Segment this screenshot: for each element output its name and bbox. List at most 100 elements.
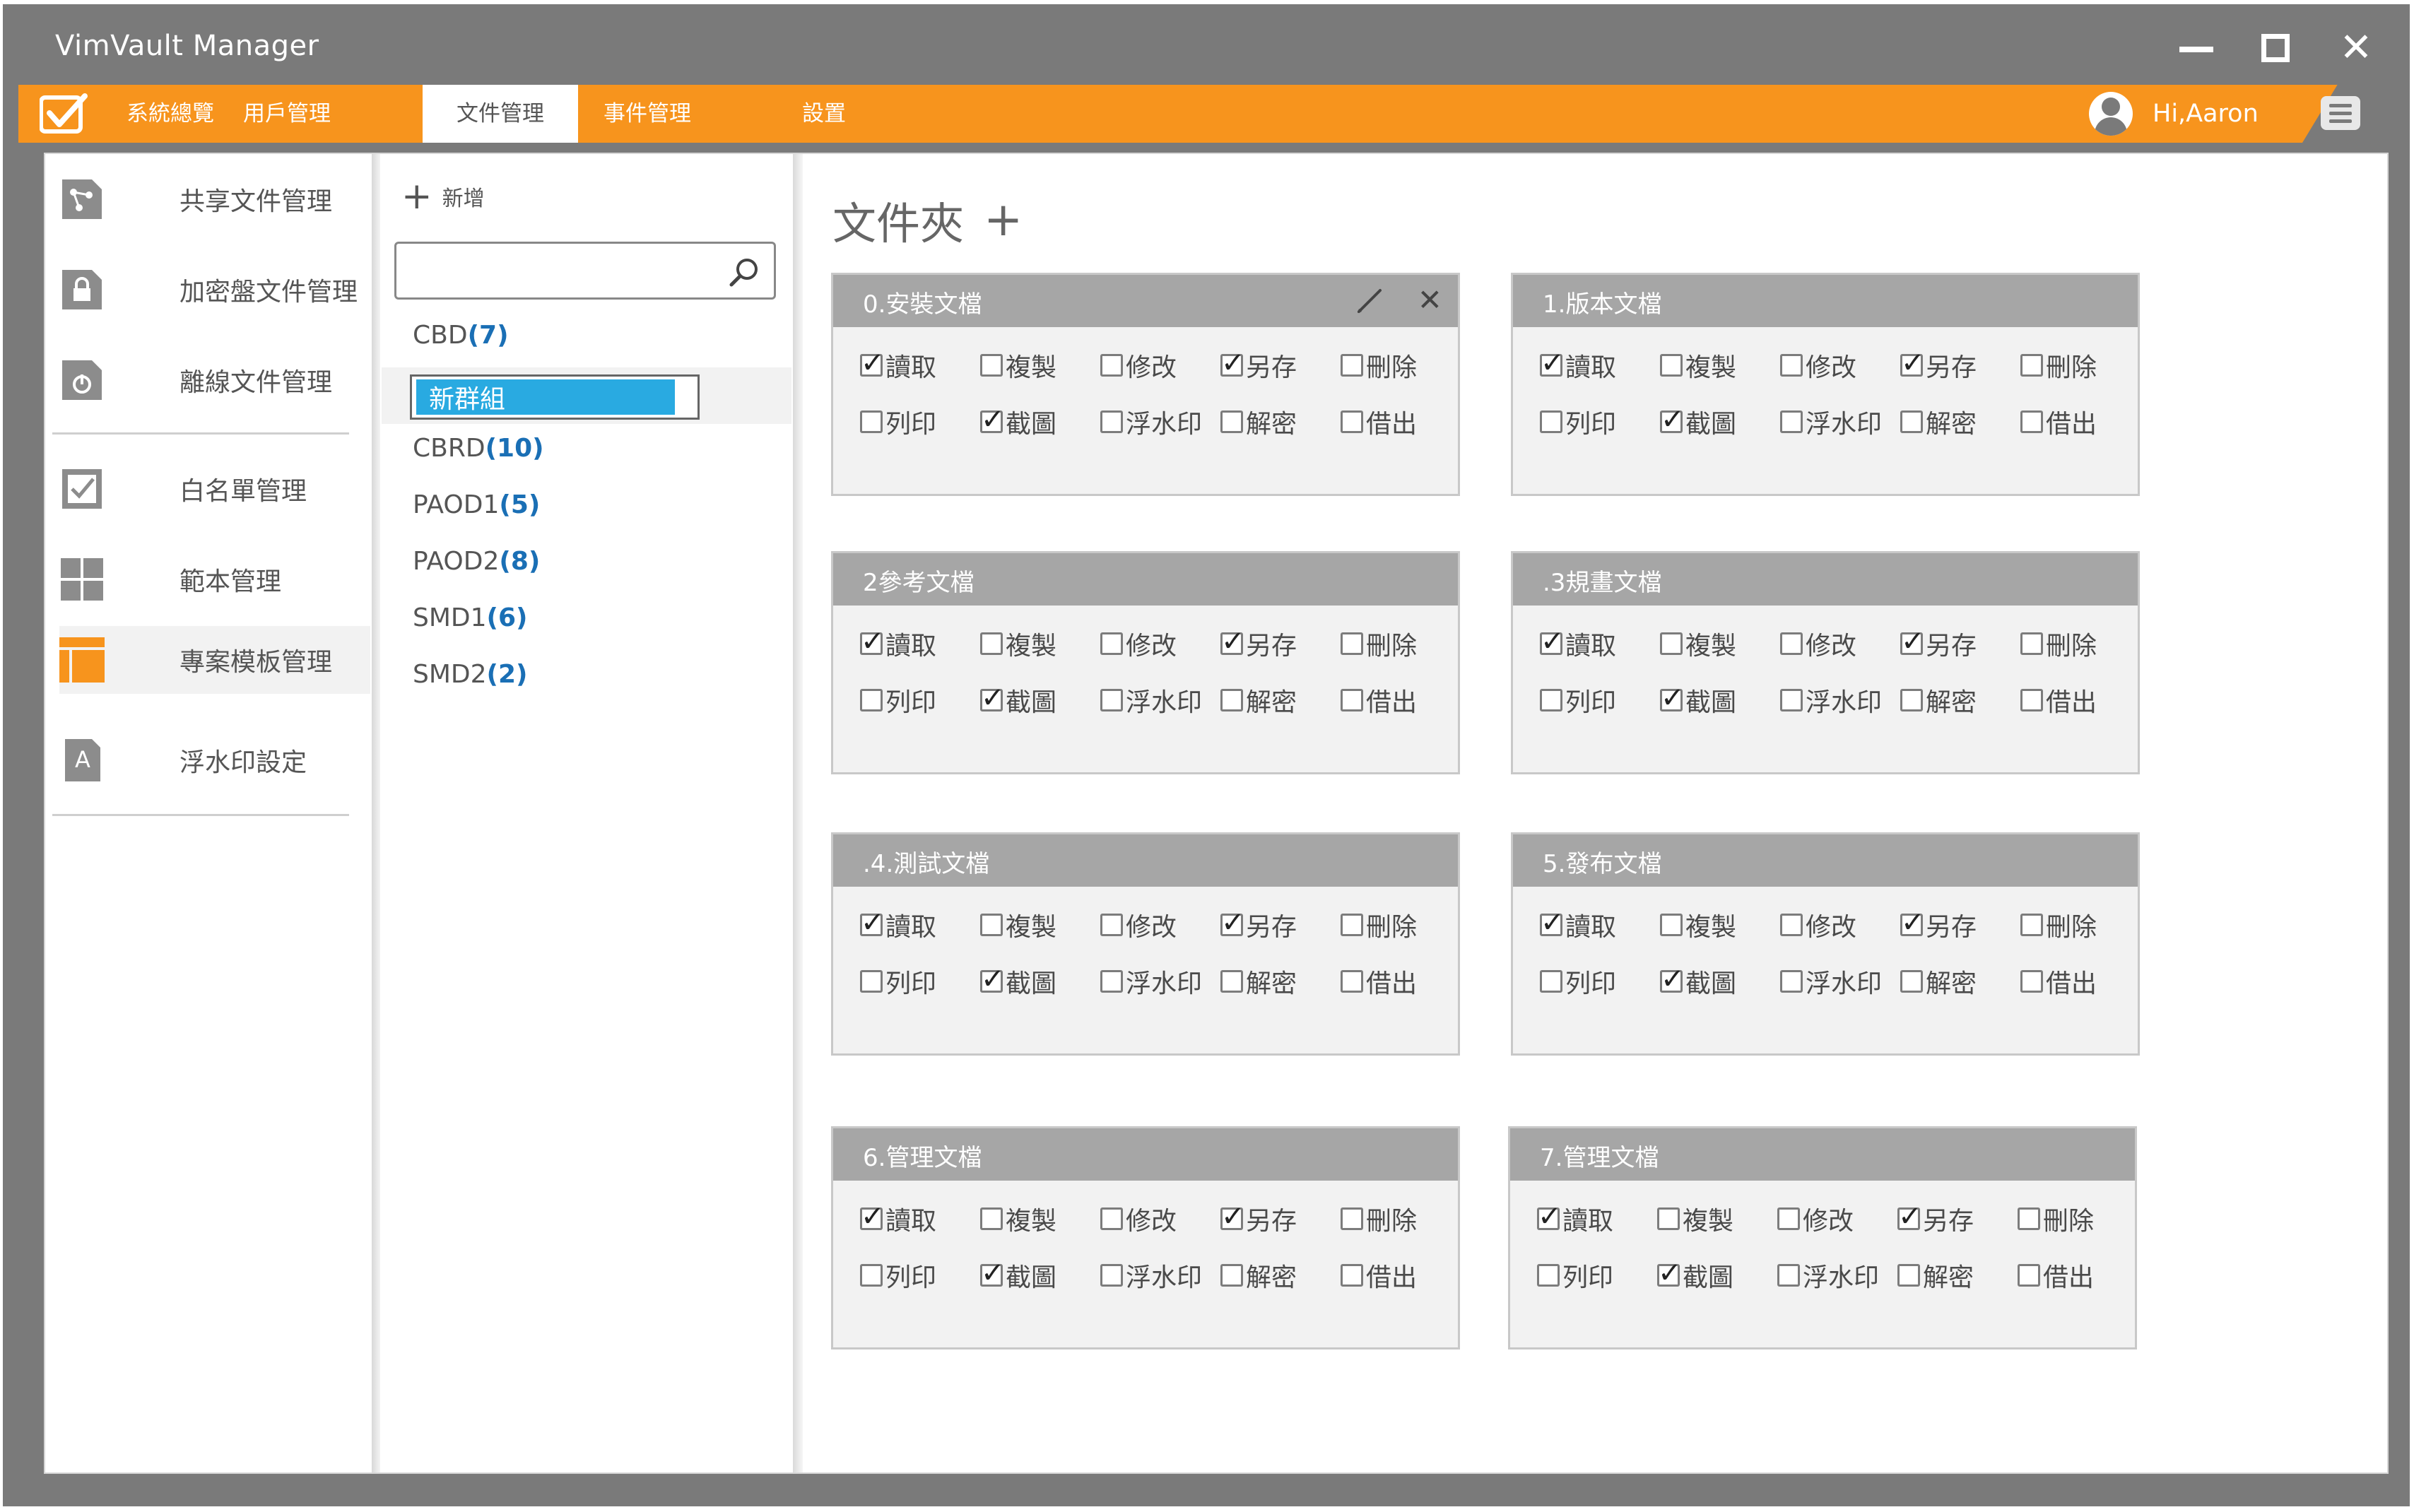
permission-checkbox[interactable]: ✓ 讀取: [860, 906, 936, 943]
permission-checkbox[interactable]: 借出: [1341, 403, 1417, 440]
permission-checkbox[interactable]: 列印: [860, 963, 936, 1000]
sidebar-item-templates[interactable]: 範本管理: [59, 545, 370, 613]
permission-checkbox[interactable]: 借出: [2020, 403, 2097, 440]
permission-checkbox[interactable]: 列印: [860, 682, 936, 719]
permission-checkbox[interactable]: ✓ 讀取: [860, 347, 936, 384]
permission-checkbox[interactable]: ✓ 另存: [1220, 1200, 1297, 1237]
permission-checkbox[interactable]: 浮水印: [1780, 403, 1882, 440]
permission-checkbox[interactable]: ✓ 另存: [1897, 1200, 1974, 1237]
permission-checkbox[interactable]: 解密: [1220, 963, 1297, 1000]
permission-checkbox[interactable]: 借出: [2018, 1257, 2094, 1294]
permission-checkbox[interactable]: 修改: [1100, 906, 1177, 943]
permission-checkbox[interactable]: 刪除: [1341, 347, 1417, 384]
permission-checkbox[interactable]: 複製: [1660, 906, 1736, 943]
close-button[interactable]: ✕: [2328, 20, 2384, 76]
minimize-button[interactable]: [2168, 20, 2225, 76]
new-group-input[interactable]: [416, 379, 675, 415]
permission-checkbox[interactable]: ✓ 讀取: [1540, 625, 1616, 662]
permission-checkbox[interactable]: 刪除: [2020, 625, 2097, 662]
permission-checkbox[interactable]: ✓ 截圖: [980, 1257, 1056, 1294]
permission-checkbox[interactable]: 解密: [1900, 682, 1977, 719]
permission-checkbox[interactable]: ✓ 截圖: [1660, 963, 1736, 1000]
sidebar-item-encrypted-files[interactable]: 加密盤文件管理: [59, 256, 370, 324]
permission-checkbox[interactable]: 修改: [1780, 347, 1856, 384]
permission-checkbox[interactable]: 修改: [1780, 625, 1856, 662]
sidebar-item-project-templates[interactable]: 專案模板管理: [59, 626, 370, 694]
permission-checkbox[interactable]: 修改: [1780, 906, 1856, 943]
permission-checkbox[interactable]: 借出: [1341, 963, 1417, 1000]
permission-checkbox[interactable]: 借出: [1341, 682, 1417, 719]
group-item-paod1[interactable]: PAOD1(5): [413, 490, 540, 519]
permission-checkbox[interactable]: 浮水印: [1100, 682, 1202, 719]
permission-checkbox[interactable]: ✓ 截圖: [1657, 1257, 1733, 1294]
tab-file-management[interactable]: 文件管理: [423, 85, 578, 143]
permission-checkbox[interactable]: 刪除: [1341, 906, 1417, 943]
permission-checkbox[interactable]: 解密: [1220, 682, 1297, 719]
hamburger-menu-button[interactable]: [2321, 96, 2360, 130]
permission-checkbox[interactable]: 浮水印: [1780, 963, 1882, 1000]
permission-checkbox[interactable]: ✓ 讀取: [1537, 1200, 1613, 1237]
group-item-cbrd[interactable]: CBRD(10): [413, 434, 544, 463]
edit-pencil-icon[interactable]: [1352, 283, 1387, 319]
permission-checkbox[interactable]: 解密: [1220, 403, 1297, 440]
permission-checkbox[interactable]: 列印: [860, 1257, 936, 1294]
search-icon[interactable]: [727, 255, 761, 289]
permission-checkbox[interactable]: 浮水印: [1100, 1257, 1202, 1294]
permission-checkbox[interactable]: 修改: [1100, 625, 1177, 662]
permission-checkbox[interactable]: 修改: [1100, 1200, 1177, 1237]
permission-checkbox[interactable]: ✓ 另存: [1900, 347, 1977, 384]
permission-checkbox[interactable]: ✓ 另存: [1900, 625, 1977, 662]
permission-checkbox[interactable]: 複製: [1660, 347, 1736, 384]
maximize-button[interactable]: [2247, 20, 2304, 76]
permission-checkbox[interactable]: 刪除: [2018, 1200, 2094, 1237]
sidebar-item-whitelist[interactable]: 白名單管理: [59, 455, 370, 523]
permission-checkbox[interactable]: ✓ 截圖: [1660, 403, 1736, 440]
group-item-smd1[interactable]: SMD1(6): [413, 603, 528, 632]
permission-checkbox[interactable]: 列印: [1537, 1257, 1613, 1294]
permission-checkbox[interactable]: 修改: [1777, 1200, 1854, 1237]
permission-checkbox[interactable]: 列印: [1540, 682, 1616, 719]
permission-checkbox[interactable]: ✓ 讀取: [1540, 347, 1616, 384]
group-item-cbd[interactable]: CBD(7): [413, 321, 509, 350]
tab-system-overview[interactable]: 系統總覽: [110, 85, 230, 143]
permission-checkbox[interactable]: 複製: [980, 1200, 1056, 1237]
permission-checkbox[interactable]: 借出: [1341, 1257, 1417, 1294]
permission-checkbox[interactable]: ✓ 截圖: [1660, 682, 1736, 719]
permission-checkbox[interactable]: 解密: [1900, 963, 1977, 1000]
permission-checkbox[interactable]: ✓ 截圖: [980, 682, 1056, 719]
permission-checkbox[interactable]: 解密: [1900, 403, 1977, 440]
group-item-paod2[interactable]: PAOD2(8): [413, 547, 540, 576]
permission-checkbox[interactable]: 刪除: [1341, 625, 1417, 662]
permission-checkbox[interactable]: 借出: [2020, 682, 2097, 719]
permission-checkbox[interactable]: 複製: [1657, 1200, 1733, 1237]
group-item-smd2[interactable]: SMD2(2): [413, 660, 528, 689]
permission-checkbox[interactable]: ✓ 另存: [1900, 906, 1977, 943]
tab-user-management[interactable]: 用戶管理: [230, 85, 343, 143]
sidebar-item-shared-files[interactable]: 共享文件管理: [59, 165, 370, 233]
permission-checkbox[interactable]: ✓ 截圖: [980, 403, 1056, 440]
add-group-button[interactable]: + 新增: [401, 178, 485, 215]
permission-checkbox[interactable]: ✓ 讀取: [860, 625, 936, 662]
permission-checkbox[interactable]: 浮水印: [1780, 682, 1882, 719]
permission-checkbox[interactable]: ✓ 截圖: [980, 963, 1056, 1000]
permission-checkbox[interactable]: 複製: [980, 347, 1056, 384]
permission-checkbox[interactable]: 浮水印: [1100, 403, 1202, 440]
permission-checkbox[interactable]: ✓ 讀取: [860, 1200, 936, 1237]
permission-checkbox[interactable]: 浮水印: [1100, 963, 1202, 1000]
permission-checkbox[interactable]: 解密: [1897, 1257, 1974, 1294]
close-icon[interactable]: ✕: [1418, 280, 1442, 320]
permission-checkbox[interactable]: ✓ 讀取: [1540, 906, 1616, 943]
permission-checkbox[interactable]: 刪除: [1341, 1200, 1417, 1237]
permission-checkbox[interactable]: 浮水印: [1777, 1257, 1879, 1294]
permission-checkbox[interactable]: 修改: [1100, 347, 1177, 384]
search-input[interactable]: [405, 251, 716, 290]
user-menu[interactable]: Hi,Aaron: [2089, 85, 2259, 143]
tab-settings[interactable]: 設置: [782, 85, 866, 143]
permission-checkbox[interactable]: 列印: [1540, 963, 1616, 1000]
permission-checkbox[interactable]: 列印: [1540, 403, 1616, 440]
tab-event-management[interactable]: 事件管理: [584, 85, 711, 143]
add-folder-button[interactable]: +: [984, 196, 1023, 243]
permission-checkbox[interactable]: ✓ 另存: [1220, 906, 1297, 943]
permission-checkbox[interactable]: ✓ 另存: [1220, 347, 1297, 384]
permission-checkbox[interactable]: 複製: [1660, 625, 1736, 662]
